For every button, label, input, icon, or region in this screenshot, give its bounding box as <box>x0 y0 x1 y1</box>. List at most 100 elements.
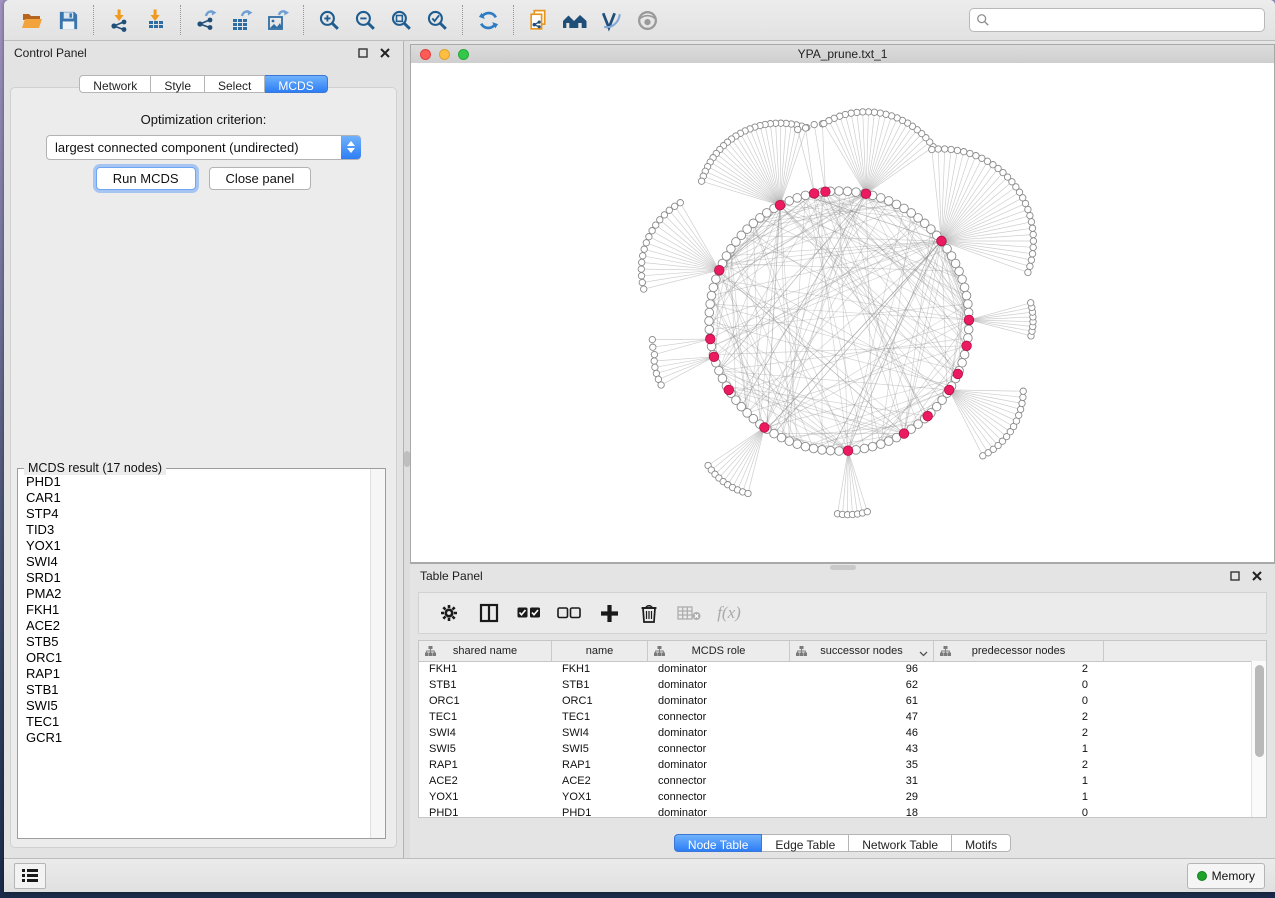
table-row[interactable]: SWI5SWI5connector431 <box>419 741 1252 757</box>
plain-nodes[interactable] <box>638 109 1037 518</box>
export-network-button[interactable] <box>188 3 224 37</box>
cell-successor-nodes: 47 <box>790 711 934 723</box>
search-input[interactable] <box>990 12 1258 28</box>
list-item[interactable]: STB5 <box>26 634 371 650</box>
table-tab-motifs[interactable]: Motifs <box>952 834 1011 852</box>
column-header-shared-name[interactable]: shared name <box>419 641 552 661</box>
list-item[interactable]: RAP1 <box>26 666 371 682</box>
list-item[interactable]: ACE2 <box>26 618 371 634</box>
tab-network[interactable]: Network <box>79 75 151 93</box>
zoom-selected-button[interactable] <box>419 3 455 37</box>
network-graph[interactable] <box>411 63 1274 562</box>
table-row[interactable]: STB1STB1dominator620 <box>419 677 1252 693</box>
list-item[interactable]: ORC1 <box>26 650 371 666</box>
list-item[interactable]: SWI5 <box>26 698 371 714</box>
export-image-button[interactable] <box>260 3 296 37</box>
save-session-button[interactable] <box>50 3 86 37</box>
columns-icon <box>479 603 499 623</box>
import-table-button[interactable] <box>137 3 173 37</box>
zoom-fit-button[interactable] <box>383 3 419 37</box>
cell-shared-name: SWI4 <box>419 727 552 739</box>
cell-predecessor-nodes: 1 <box>934 775 1104 787</box>
list-item[interactable]: YOX1 <box>26 538 371 554</box>
list-item[interactable]: CAR1 <box>26 490 371 506</box>
column-label: shared name <box>453 645 517 657</box>
cell-predecessor-nodes: 1 <box>934 791 1104 803</box>
list-item[interactable]: SRD1 <box>26 570 371 586</box>
tab-select[interactable]: Select <box>205 75 265 93</box>
panel-drag-handle[interactable] <box>830 565 856 570</box>
table-toolbar: f(x) <box>418 592 1267 634</box>
float-panel-button[interactable] <box>355 45 371 61</box>
open-session-button[interactable] <box>14 3 50 37</box>
table-row[interactable]: PHD1PHD1dominator180 <box>419 805 1252 817</box>
settings-gear-button[interactable] <box>429 595 469 631</box>
close-panel-button[interactable] <box>377 45 393 61</box>
two-houses-icon <box>562 7 588 33</box>
table-row[interactable]: FKH1FKH1dominator962 <box>419 661 1252 677</box>
close-table-panel-button[interactable] <box>1249 568 1265 584</box>
task-history-button[interactable] <box>14 863 46 889</box>
clone-network-icon <box>527 8 552 33</box>
toolbar-separator <box>513 5 514 35</box>
cell-MCDS-role: dominator <box>648 695 790 707</box>
table-tab-network-table[interactable]: Network Table <box>849 834 952 852</box>
mcds-list-scrollbar[interactable] <box>370 469 385 838</box>
list-item[interactable]: FKH1 <box>26 602 371 618</box>
list-item[interactable]: GCR1 <box>26 730 371 746</box>
zoom-in-button[interactable] <box>311 3 347 37</box>
table-row[interactable]: ACE2ACE2connector311 <box>419 773 1252 789</box>
selected-criterion: largest connected component (undirected) <box>47 140 341 155</box>
column-header-MCDS-role[interactable]: MCDS role <box>648 641 790 661</box>
export-table-button[interactable] <box>224 3 260 37</box>
select-all-button[interactable] <box>509 595 549 631</box>
memory-button[interactable]: Memory <box>1187 863 1265 889</box>
tab-mcds[interactable]: MCDS <box>265 75 327 93</box>
list-item[interactable]: STP4 <box>26 506 371 522</box>
cell-MCDS-role: connector <box>648 791 790 803</box>
import-network-icon <box>107 8 131 32</box>
list-item[interactable]: SWI4 <box>26 554 371 570</box>
cell-name: STB1 <box>552 679 648 691</box>
refresh-layout-button[interactable] <box>470 3 506 37</box>
zoom-out-button[interactable] <box>347 3 383 37</box>
first-neighbors-button[interactable] <box>557 3 593 37</box>
network-window-titlebar[interactable]: YPA_prune.txt_1 <box>411 45 1274 64</box>
close-panel-button-mcds[interactable]: Close panel <box>209 167 312 190</box>
column-header-successor-nodes[interactable]: successor nodes <box>790 641 934 661</box>
show-graphics-details-button[interactable] <box>629 3 665 37</box>
list-item[interactable]: PMA2 <box>26 586 371 602</box>
table-tab-node-table[interactable]: Node Table <box>674 834 763 852</box>
table-row[interactable]: YOX1YOX1connector291 <box>419 789 1252 805</box>
clone-network-button[interactable] <box>521 3 557 37</box>
add-column-button[interactable] <box>589 595 629 631</box>
list-item[interactable]: TID3 <box>26 522 371 538</box>
table-row[interactable]: TEC1TEC1connector472 <box>419 709 1252 725</box>
save-floppy-icon <box>57 9 80 32</box>
table-row[interactable]: SWI4SWI4dominator462 <box>419 725 1252 741</box>
table-row[interactable]: RAP1RAP1dominator352 <box>419 757 1252 773</box>
table-tab-edge-table[interactable]: Edge Table <box>762 834 849 852</box>
optimization-criterion-select[interactable]: largest connected component (undirected) <box>46 135 361 160</box>
node-table-body: FKH1FKH1dominator962STB1STB1dominator620… <box>419 661 1252 817</box>
delete-column-button[interactable] <box>629 595 669 631</box>
node-table: shared name nameMCDS rolesuccessor nodesp… <box>418 640 1267 818</box>
table-row[interactable]: ORC1ORC1dominator610 <box>419 693 1252 709</box>
table-scrollbar[interactable] <box>1251 661 1266 817</box>
hide-selected-button[interactable] <box>593 3 629 37</box>
list-item[interactable]: TEC1 <box>26 714 371 730</box>
list-item[interactable]: PHD1 <box>26 474 371 490</box>
list-item[interactable]: STB1 <box>26 682 371 698</box>
cell-predecessor-nodes: 2 <box>934 727 1104 739</box>
table-scrollbar-thumb[interactable] <box>1255 665 1264 757</box>
cell-name: TEC1 <box>552 711 648 723</box>
column-header-name[interactable]: name <box>552 641 648 661</box>
run-mcds-button[interactable]: Run MCDS <box>96 167 196 190</box>
column-chooser-button[interactable] <box>469 595 509 631</box>
tab-style[interactable]: Style <box>151 75 205 93</box>
network-canvas[interactable] <box>411 63 1274 562</box>
column-header-predecessor-nodes[interactable]: predecessor nodes <box>934 641 1104 661</box>
import-network-button[interactable] <box>101 3 137 37</box>
float-table-panel-button[interactable] <box>1227 568 1243 584</box>
deselect-all-button[interactable] <box>549 595 589 631</box>
